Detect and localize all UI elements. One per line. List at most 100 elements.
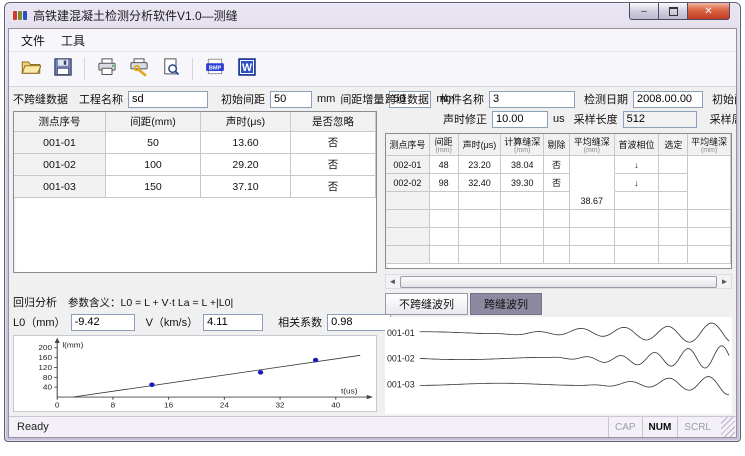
scrollbar-thumb[interactable] (400, 276, 717, 288)
table-cell[interactable] (615, 246, 660, 264)
table-cell[interactable] (544, 228, 570, 246)
table-cell[interactable]: 002-02 (386, 174, 430, 192)
table-cell[interactable] (501, 246, 544, 264)
table-cell[interactable] (659, 246, 688, 264)
minimize-button[interactable]: – (629, 3, 658, 20)
menu-file[interactable]: 文件 (13, 30, 53, 51)
table-cell[interactable] (570, 210, 615, 228)
table-cell[interactable]: 001-01 (14, 132, 106, 154)
table-cell[interactable]: 100 (106, 154, 201, 176)
table-cell[interactable]: ↓ (615, 174, 660, 192)
table-row[interactable]: 001-0315037.10否 (14, 176, 376, 198)
save-button[interactable] (49, 56, 76, 83)
correlation-input[interactable] (327, 314, 391, 331)
table-cell[interactable] (570, 174, 615, 192)
export-word-button[interactable]: W (233, 56, 260, 83)
table-cell[interactable] (459, 210, 502, 228)
table-row[interactable]: 002-014823.2038.04否 ↓ (386, 156, 731, 174)
table-cell[interactable]: 29.20 (201, 154, 291, 176)
table-cell[interactable] (570, 156, 615, 174)
table-cell[interactable]: 38.67 (570, 192, 615, 210)
table-cell[interactable] (688, 228, 731, 246)
table-cell[interactable] (570, 228, 615, 246)
print-preview-button[interactable] (157, 56, 184, 83)
table-cell[interactable] (688, 192, 731, 210)
project-name-input[interactable] (128, 91, 208, 108)
table-cell[interactable]: 50 (106, 132, 201, 154)
close-button[interactable]: ✕ (687, 3, 730, 20)
table-cell[interactable]: 150 (106, 176, 201, 198)
time-correction-input[interactable] (492, 111, 548, 128)
table-cell[interactable]: 否 (291, 176, 376, 198)
init-spacing-input[interactable] (270, 91, 312, 108)
table-cell[interactable] (430, 192, 459, 210)
table-cell[interactable]: 否 (544, 156, 570, 174)
l0-input[interactable] (71, 314, 135, 331)
velocity-input[interactable] (203, 314, 263, 331)
table-cell[interactable] (386, 228, 430, 246)
table-cell[interactable] (544, 210, 570, 228)
titlebar[interactable]: 高铁建混凝土检测分析软件V1.0—测缝 – ✕ (5, 3, 740, 28)
open-button[interactable] (17, 56, 44, 83)
table-cell[interactable] (386, 192, 430, 210)
table-row[interactable] (386, 210, 731, 228)
resize-grip[interactable] (721, 417, 735, 437)
table-row[interactable]: 38.67 (386, 192, 731, 210)
tab-no-cross-wave[interactable]: 不跨缝波列 (385, 293, 468, 315)
table-cell[interactable]: 否 (291, 154, 376, 176)
table-cell[interactable] (430, 228, 459, 246)
maximize-button[interactable] (658, 3, 687, 20)
table-cell[interactable]: 002-01 (386, 156, 430, 174)
table-cell[interactable]: 13.60 (201, 132, 291, 154)
table-cell[interactable] (544, 192, 570, 210)
table-cell[interactable] (430, 246, 459, 264)
table-cell[interactable] (659, 156, 688, 174)
table-row[interactable] (386, 246, 731, 264)
table-cell[interactable]: 否 (544, 174, 570, 192)
table-cell[interactable]: 38.04 (501, 156, 544, 174)
table-cell[interactable] (688, 174, 731, 192)
table-cell[interactable]: 32.40 (459, 174, 502, 192)
table-row[interactable]: 001-015013.60否 (14, 132, 376, 154)
table-cell[interactable]: 37.10 (201, 176, 291, 198)
table-cell[interactable] (688, 246, 731, 264)
table-cell[interactable] (570, 246, 615, 264)
table-cell[interactable] (501, 228, 544, 246)
table-cell[interactable]: 否 (291, 132, 376, 154)
export-bmp-button[interactable]: BMP (201, 56, 228, 83)
table-row[interactable] (386, 228, 731, 246)
print-setup-button[interactable] (125, 56, 152, 83)
table-cell[interactable]: 001-02 (14, 154, 106, 176)
table-cell[interactable] (459, 246, 502, 264)
table-cell[interactable] (615, 210, 660, 228)
table-cell[interactable] (501, 192, 544, 210)
table-cell[interactable]: ↓ (615, 156, 660, 174)
table-cell[interactable]: 98 (430, 174, 459, 192)
table-cell[interactable] (615, 192, 660, 210)
table-cell[interactable]: 48 (430, 156, 459, 174)
table-cell[interactable] (430, 210, 459, 228)
table-cell[interactable]: 001-03 (14, 176, 106, 198)
sample-length-input[interactable] (623, 111, 697, 128)
table-cell[interactable] (501, 210, 544, 228)
print-button[interactable] (93, 56, 120, 83)
table-cell[interactable] (386, 210, 430, 228)
table-cell[interactable] (544, 246, 570, 264)
table-row[interactable]: 001-0210029.20否 (14, 154, 376, 176)
table-cell[interactable] (688, 210, 731, 228)
tab-cross-wave[interactable]: 跨缝波列 (470, 293, 542, 315)
test-date-input[interactable] (633, 91, 703, 108)
table-cell[interactable] (688, 156, 731, 174)
horizontal-scrollbar[interactable]: ◄ ► (385, 274, 732, 289)
table-cell[interactable] (459, 192, 502, 210)
component-name-input[interactable] (489, 91, 575, 108)
table-cell[interactable] (659, 210, 688, 228)
table-cell[interactable] (386, 246, 430, 264)
menu-tools[interactable]: 工具 (53, 30, 93, 51)
table-cell[interactable]: 39.30 (501, 174, 544, 192)
table-cell[interactable] (659, 228, 688, 246)
table-cell[interactable] (615, 228, 660, 246)
table-cell[interactable]: 23.20 (459, 156, 502, 174)
scroll-right-icon[interactable]: ► (718, 275, 731, 288)
table-cell[interactable] (659, 174, 688, 192)
